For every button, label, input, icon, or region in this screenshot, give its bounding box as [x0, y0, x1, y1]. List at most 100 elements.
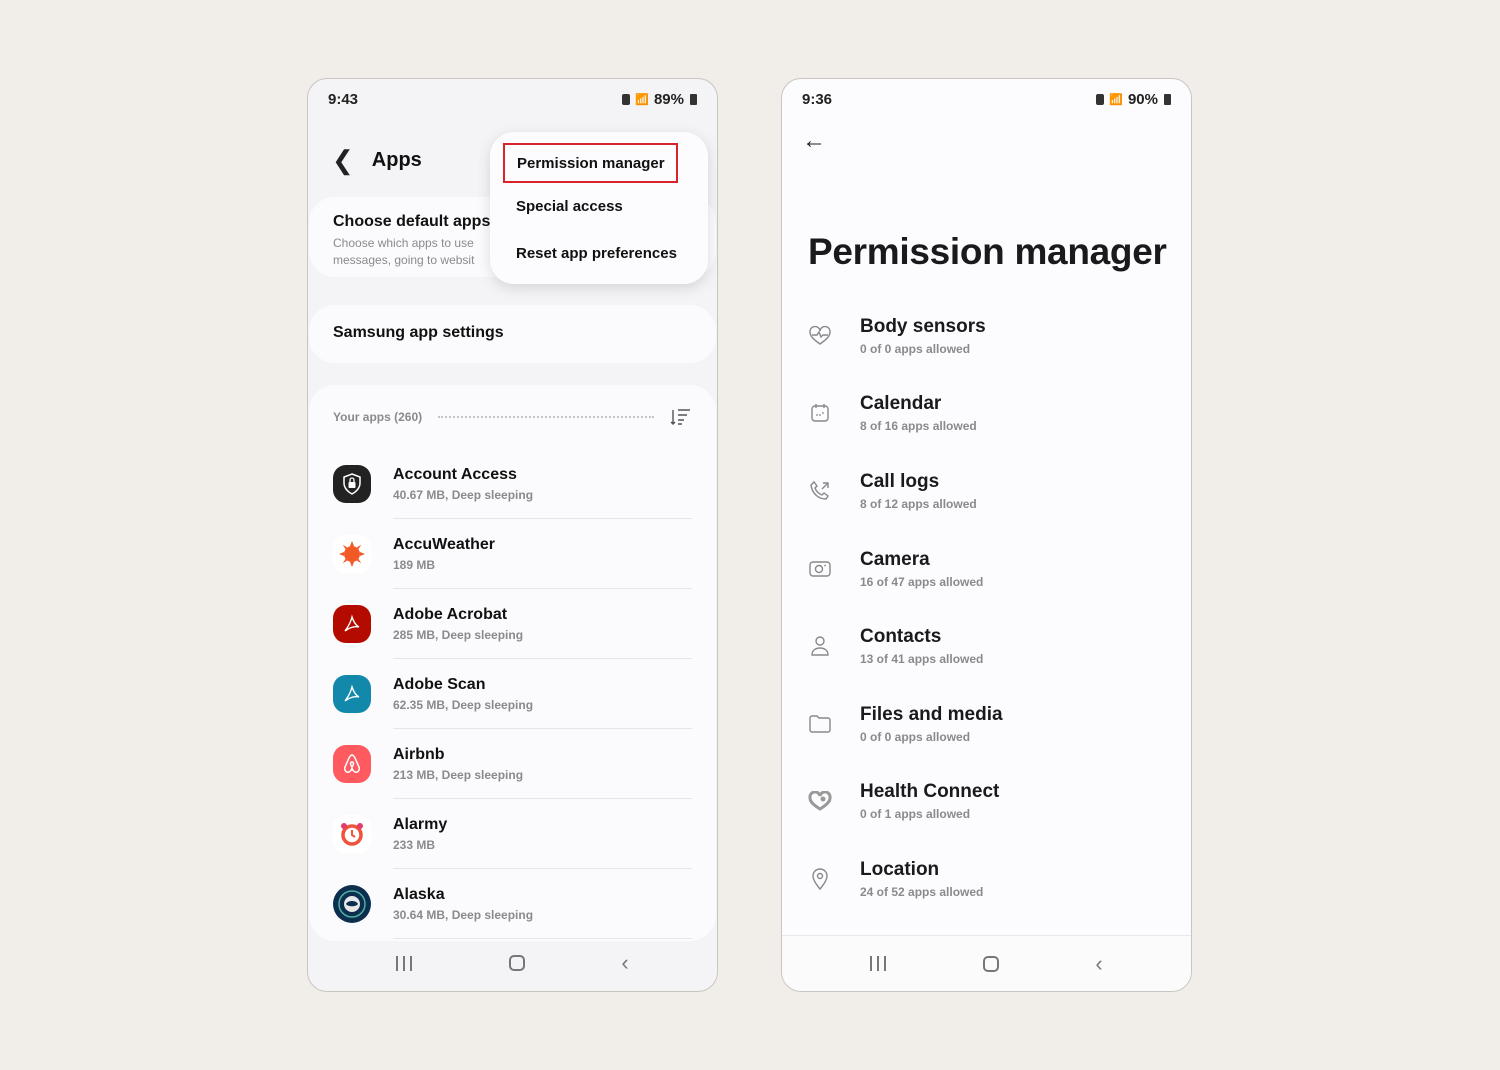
shield-lock-icon	[333, 465, 371, 503]
permission-row[interactable]: Body sensors 0 of 0 apps allowed	[782, 297, 1191, 375]
permission-row[interactable]: Contacts 13 of 41 apps allowed	[782, 607, 1191, 685]
status-bar: 9:36 📶 90%	[782, 79, 1191, 119]
menu-item-reset-app-preferences[interactable]: Reset app preferences	[490, 230, 708, 277]
folder-icon	[808, 712, 832, 736]
samsung-app-settings-card[interactable]: Samsung app settings	[309, 305, 716, 363]
battery-saver-icon	[622, 93, 631, 105]
adobe-scan-icon	[333, 675, 371, 713]
permission-name: Health Connect	[860, 781, 1000, 803]
app-row[interactable]: Adobe Acrobat 285 MB, Deep sleeping	[333, 589, 692, 659]
app-name: Adobe Acrobat	[393, 605, 508, 623]
back-nav-icon[interactable]: ‹	[621, 950, 628, 976]
camera-icon	[808, 557, 832, 581]
permission-name: Camera	[860, 548, 930, 570]
app-meta: 40.67 MB, Deep sleeping	[393, 487, 534, 502]
battery-icon	[1164, 93, 1171, 105]
permission-name: Call logs	[860, 470, 940, 492]
battery-percent: 89%	[653, 90, 684, 108]
permission-name: Location	[860, 858, 940, 880]
permission-name: Contacts	[860, 626, 942, 648]
app-meta: 30.64 MB, Deep sleeping	[393, 907, 534, 922]
permission-row[interactable]: Location 24 of 52 apps allowed	[782, 840, 1191, 918]
person-icon	[808, 634, 832, 658]
location-pin-icon	[808, 867, 832, 891]
dotted-divider	[438, 416, 654, 418]
app-name: Adobe Scan	[393, 675, 486, 693]
battery-icon	[690, 93, 697, 105]
airbnb-icon	[333, 745, 371, 783]
permission-count: 8 of 12 apps allowed	[860, 496, 977, 511]
app-row[interactable]: AccuWeather 189 MB	[333, 519, 692, 589]
menu-item-special-access[interactable]: Special access	[490, 183, 708, 230]
page-title: Permission manager	[808, 231, 1167, 272]
app-name: Alaska	[393, 885, 445, 903]
phone-apps-screen: 9:43 📶 89% ❮ Apps Choose default apps Ch…	[307, 78, 718, 992]
permission-count: 13 of 41 apps allowed	[860, 652, 984, 667]
phone-call-icon	[808, 479, 832, 503]
alaska-icon	[333, 885, 371, 923]
permission-count: 16 of 47 apps allowed	[860, 574, 984, 589]
app-row[interactable]: Account Access 40.67 MB, Deep sleeping	[333, 449, 692, 519]
permission-count: 0 of 0 apps allowed	[860, 341, 971, 356]
app-name: Airbnb	[393, 745, 445, 763]
permission-name: Files and media	[860, 703, 1003, 725]
acrobat-icon	[333, 605, 371, 643]
permission-row[interactable]: Files and media 0 of 0 apps allowed	[782, 685, 1191, 763]
your-apps-header: Your apps (260)	[333, 385, 692, 449]
app-meta: 213 MB, Deep sleeping	[393, 767, 524, 782]
permission-row[interactable]: Health Connect 0 of 1 apps allowed	[782, 763, 1191, 841]
permission-row[interactable]: Calendar 8 of 16 apps allowed	[782, 375, 1191, 453]
permission-count: 0 of 0 apps allowed	[860, 729, 971, 744]
alarm-clock-icon	[333, 815, 371, 853]
app-row[interactable]: Alarmy 233 MB	[333, 799, 692, 869]
app-meta: 189 MB	[393, 557, 436, 572]
permission-name: Calendar	[860, 393, 942, 415]
card-title: Samsung app settings	[333, 324, 504, 341]
permission-count: 0 of 1 apps allowed	[860, 807, 971, 822]
app-meta: 285 MB, Deep sleeping	[393, 627, 524, 642]
app-row[interactable]: Alaska 30.64 MB, Deep sleeping	[333, 869, 692, 939]
status-time: 9:36	[802, 90, 833, 108]
home-icon[interactable]	[508, 955, 525, 971]
overflow-popup-menu: Permission manager Special access Reset …	[490, 132, 708, 284]
health-connect-icon	[808, 789, 832, 813]
navigation-bar: ‹	[308, 935, 717, 991]
page-title: Apps	[371, 148, 422, 171]
heart-pulse-icon	[808, 324, 832, 348]
home-icon[interactable]	[982, 955, 999, 972]
permission-row[interactable]: Camera 16 of 47 apps allowed	[782, 530, 1191, 608]
phone-permission-manager-screen: 9:36 📶 90% ← Permission manager Body sen…	[781, 78, 1192, 992]
navigation-bar: ‹	[782, 935, 1191, 991]
sort-icon[interactable]	[670, 408, 692, 426]
back-nav-icon[interactable]: ‹	[1095, 951, 1102, 977]
status-time: 9:43	[328, 90, 359, 108]
app-list: Account Access 40.67 MB, Deep sleeping Ac…	[333, 449, 692, 939]
back-arrow-icon[interactable]: ←	[802, 127, 826, 155]
wifi-icon: 📶	[635, 93, 649, 106]
permission-row[interactable]: Call logs 8 of 12 apps allowed	[782, 452, 1191, 530]
menu-item-permission-manager[interactable]: Permission manager	[503, 143, 678, 183]
back-chevron-icon[interactable]: ❮	[332, 147, 354, 173]
app-row[interactable]: Airbnb 213 MB, Deep sleeping	[333, 729, 692, 799]
permission-count: 8 of 16 apps allowed	[860, 419, 977, 434]
app-meta: 233 MB	[393, 837, 436, 852]
app-name: Alarmy	[393, 815, 448, 833]
permission-count: 24 of 52 apps allowed	[860, 884, 984, 899]
permission-name: Body sensors	[860, 315, 986, 337]
wifi-icon: 📶	[1109, 93, 1123, 106]
recents-icon[interactable]	[396, 955, 413, 971]
permission-list: Body sensors 0 of 0 apps allowed Calendar…	[782, 297, 1191, 918]
calendar-icon	[808, 401, 832, 425]
your-apps-label: Your apps (260)	[333, 410, 423, 424]
app-name: AccuWeather	[393, 535, 495, 553]
recents-icon[interactable]	[870, 956, 887, 971]
app-meta: 62.35 MB, Deep sleeping	[393, 697, 534, 712]
battery-percent: 90%	[1127, 90, 1158, 108]
app-row[interactable]: Adobe Scan 62.35 MB, Deep sleeping	[333, 659, 692, 729]
apps-header: ❮ Apps	[332, 147, 422, 173]
your-apps-card: Your apps (260) Account Access 40.67 MB, …	[309, 385, 716, 941]
sun-icon	[333, 535, 371, 573]
status-bar: 9:43 📶 89%	[308, 79, 717, 119]
app-name: Account Access	[393, 465, 517, 483]
battery-saver-icon	[1096, 93, 1105, 105]
